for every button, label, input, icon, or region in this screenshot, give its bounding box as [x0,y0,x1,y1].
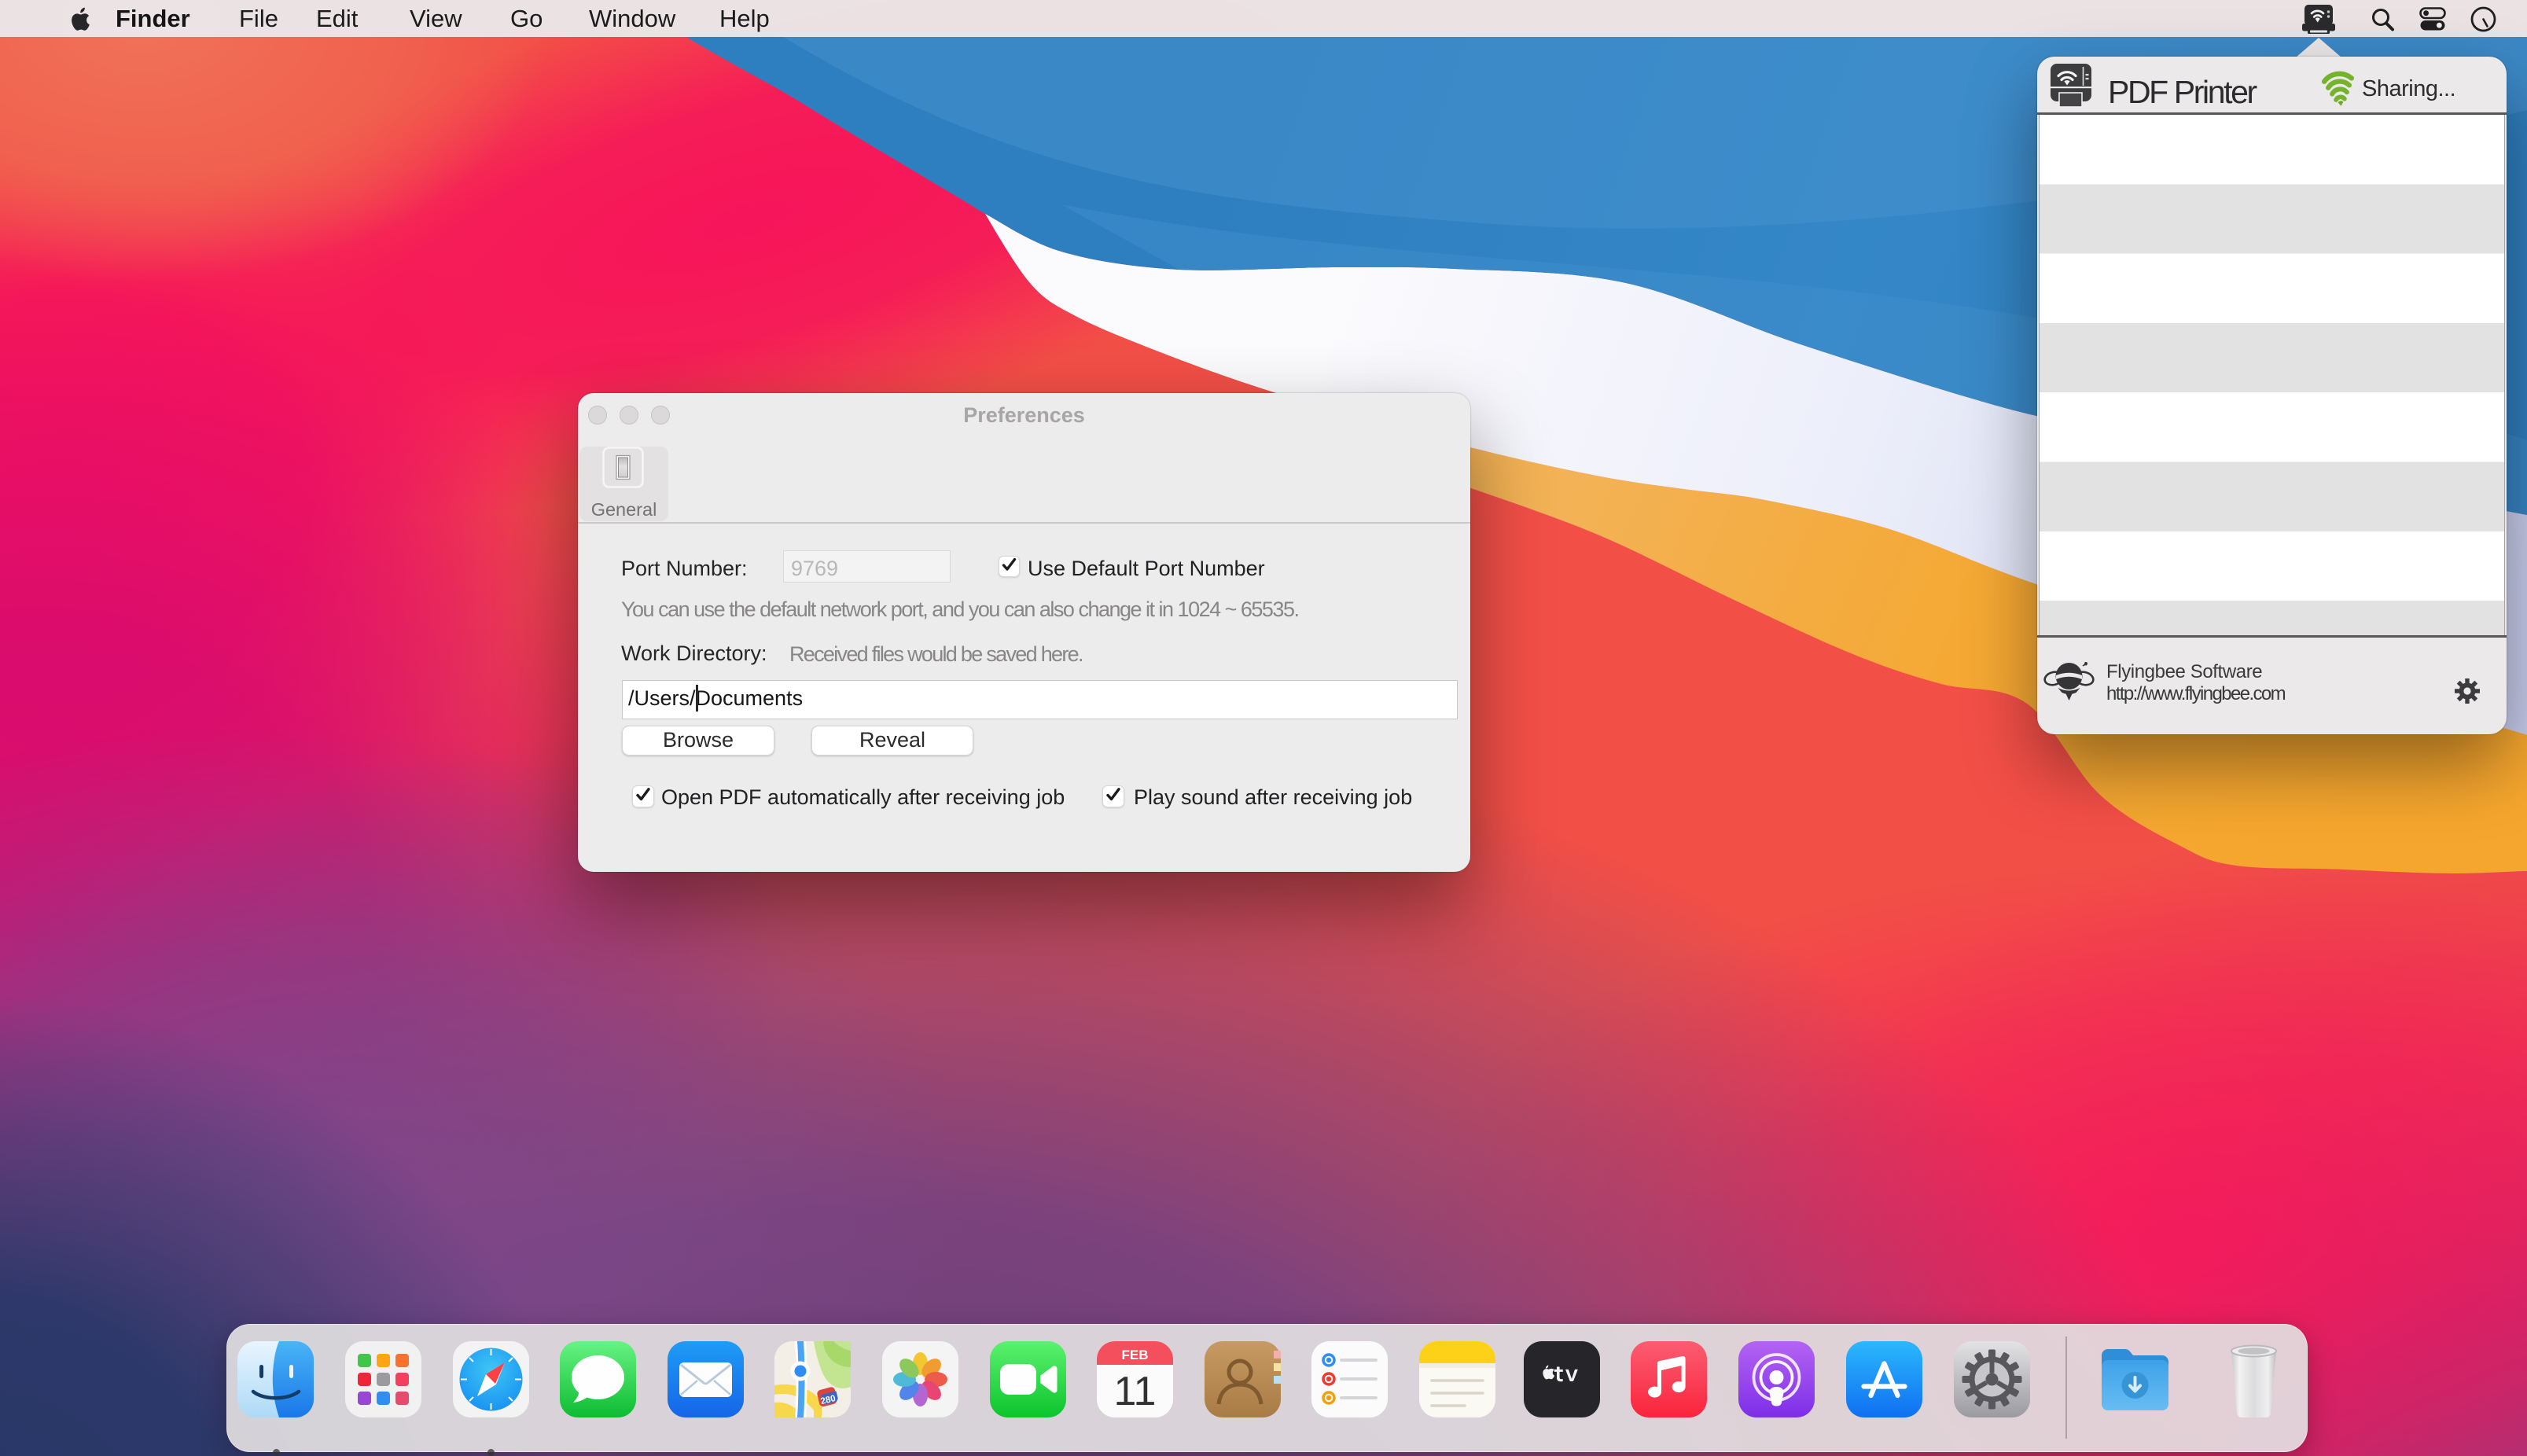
svg-text:11: 11 [1114,1369,1157,1414]
svg-text:FEB: FEB [1122,1348,1149,1362]
